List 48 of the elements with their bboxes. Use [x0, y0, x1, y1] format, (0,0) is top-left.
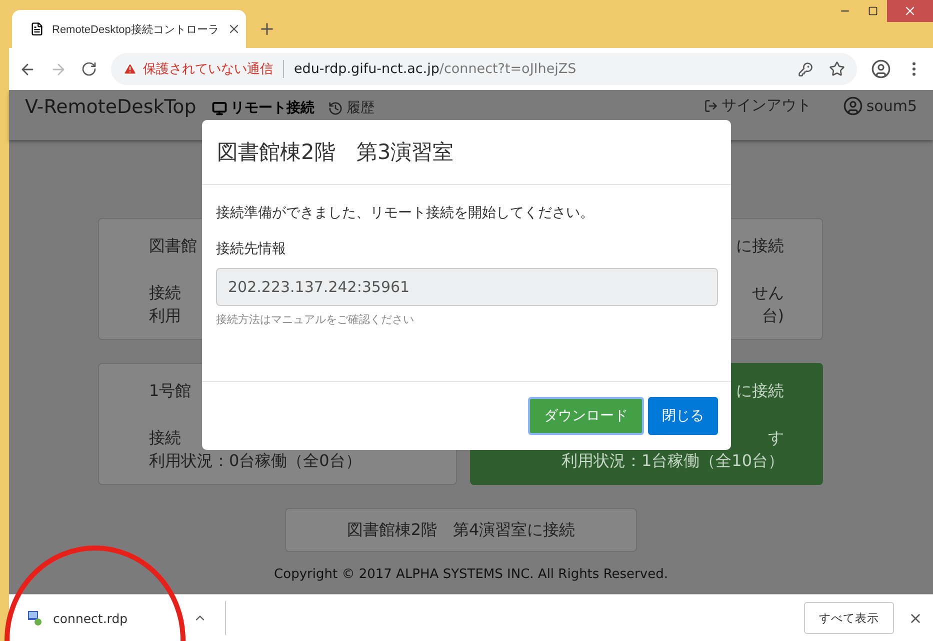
download-button[interactable]: ダウンロード: [528, 397, 644, 435]
brand-title: V-RemoteDeskTop: [25, 96, 196, 118]
card-text: 接続: [149, 282, 181, 304]
copyright-text: Copyright © 2017 ALPHA SYSTEMS INC. All Rights Reserved.: [273, 566, 669, 584]
card-text: 図書館: [149, 235, 197, 257]
warning-icon: [123, 62, 137, 76]
history-icon: [328, 100, 344, 116]
card-text: せん: [752, 282, 784, 304]
download-file-name[interactable]: connect.rdp: [53, 610, 183, 626]
security-label: 保護されていない通信: [143, 61, 273, 78]
maximize-icon[interactable]: [868, 6, 878, 16]
user-icon: [843, 96, 864, 116]
browser-tab[interactable]: RemoteDesktop接続コントローラ: [12, 10, 246, 48]
new-tab-button[interactable]: [258, 20, 276, 38]
nav-link[interactable]: 履歴: [328, 99, 374, 117]
tab-title: RemoteDesktop接続コントローラ: [52, 22, 219, 36]
card-text: に接続: [736, 235, 784, 257]
sign-out-icon: [704, 98, 718, 112]
page-icon: [30, 22, 44, 36]
star-icon[interactable]: [829, 61, 845, 77]
card-text: に接続: [736, 380, 784, 402]
card-text: 接続: [149, 427, 181, 449]
user-menu[interactable]: soum5: [843, 96, 917, 116]
key-icon[interactable]: [798, 62, 813, 76]
room-card[interactable]: 図書館棟2階 第4演習室に接続: [285, 508, 637, 552]
show-all-button[interactable]: すべて表示: [804, 602, 894, 634]
close-icon: [903, 4, 917, 18]
card-text: 利用: [149, 305, 181, 327]
nav-link[interactable]: リモート接続: [212, 99, 314, 117]
card-text: 利用状況：1台稼働（全10台）: [561, 450, 784, 472]
field-label: 接続先情報: [216, 240, 287, 258]
card-text: 利用状況：0台稼働（全0台）: [149, 450, 362, 472]
dialog-title: 図書館棟2階 第3演習室: [217, 139, 454, 166]
file-icon: [27, 610, 43, 626]
card-text: す: [768, 427, 784, 449]
reload-button[interactable]: [81, 61, 97, 77]
address-bar[interactable]: 保護されていない通信 edu-rdp.gifu-nct.ac.jp/connect?t=oJIhejZS: [111, 53, 857, 85]
close-window-button[interactable]: [887, 0, 933, 22]
address-field[interactable]: 202.223.137.242:35961: [216, 268, 718, 306]
monitor-icon: [212, 100, 228, 116]
account-icon[interactable]: [871, 59, 891, 79]
close-button[interactable]: 閉じる: [648, 397, 718, 435]
signout-link[interactable]: サインアウト: [704, 96, 812, 115]
card-text: 台): [762, 305, 784, 327]
url-text: edu-rdp.gifu-nct.ac.jp/connect?t=oJIhejZS: [294, 61, 578, 77]
help-text: 接続方法はマニュアルをご確認ください: [216, 312, 415, 327]
dialog-message: 接続準備ができました、リモート接続を開始してください。: [216, 204, 595, 222]
card-text: 1号館: [149, 380, 192, 402]
